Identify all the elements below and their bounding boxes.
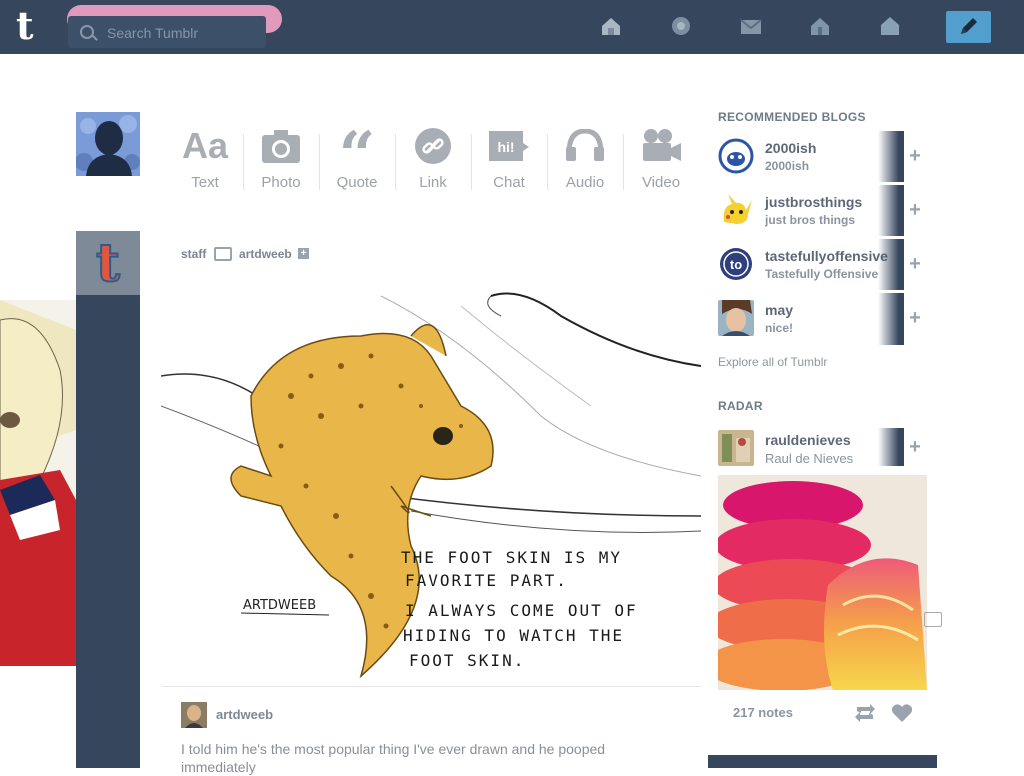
- blog-avatar: [718, 192, 754, 228]
- follow-fade: [878, 239, 904, 291]
- follow-fade: [878, 428, 904, 466]
- link-icon: [396, 124, 470, 168]
- reblog-icon[interactable]: [854, 703, 876, 728]
- divider: [718, 182, 928, 183]
- blog-tagline: Raul de Nieves: [765, 451, 854, 466]
- follow-plus-icon[interactable]: +: [904, 145, 926, 167]
- artwork-text-line: I ALWAYS COME OUT OF: [405, 601, 638, 620]
- radar-title: RADAR: [718, 399, 763, 413]
- post-type-label: Chat: [493, 174, 525, 191]
- compose-button[interactable]: [946, 11, 991, 43]
- post-caption: I told him he's the most popular thing I…: [181, 741, 606, 775]
- follow-fade: [878, 293, 904, 345]
- divider: [718, 290, 928, 291]
- artwork-signature: ARTDWEEB: [243, 598, 316, 613]
- background-artwork: [0, 300, 76, 666]
- quote-icon: “: [338, 118, 376, 193]
- follow-plus-icon[interactable]: +: [904, 253, 926, 275]
- blog-name: 2000ish: [765, 140, 817, 156]
- search-input[interactable]: [105, 23, 259, 43]
- artwork-text-line: HIDING TO WATCH THE: [403, 626, 624, 645]
- recommended-blog-item[interactable]: 2000ish 2000ish +: [718, 131, 928, 183]
- reblogger-name[interactable]: staff: [181, 247, 206, 261]
- post-type-label: Text: [191, 174, 219, 191]
- post-type-quote[interactable]: “ Quote: [320, 118, 396, 196]
- source-blog-name[interactable]: artdweeb: [239, 247, 292, 261]
- camera-icon: [244, 124, 318, 168]
- inbox-icon[interactable]: [740, 15, 762, 37]
- follow-plus-icon[interactable]: +: [298, 248, 310, 260]
- follow-fade: [878, 131, 904, 183]
- post-type-label: Video: [641, 174, 681, 191]
- follow-plus-icon[interactable]: +: [904, 199, 926, 221]
- follow-fade: [878, 185, 904, 237]
- blog-name: tastefullyoffensive: [765, 248, 888, 264]
- recommended-blog-item[interactable]: may nice! +: [718, 293, 928, 345]
- dashboard-sidebar: [76, 231, 140, 768]
- post-header: staff artdweeb +: [181, 246, 310, 261]
- svg-text:t: t: [96, 233, 120, 294]
- heart-icon[interactable]: [891, 703, 913, 728]
- artwork-text-line: FOOT SKIN.: [409, 651, 525, 670]
- blog-name: may: [765, 302, 794, 318]
- post-image[interactable]: ARTDWEEB THE FOOT SKIN IS MY FAVORITE PA…: [160, 276, 702, 686]
- blog-avatar: [718, 430, 754, 466]
- post-type-label: Link: [419, 174, 447, 191]
- post-type-audio[interactable]: Audio: [548, 124, 624, 196]
- explore-link[interactable]: Explore all of Tumblr: [718, 355, 827, 369]
- tumblr-logo[interactable]: t: [16, 7, 50, 46]
- post-type-label: Photo: [261, 174, 301, 191]
- author-avatar[interactable]: [181, 702, 207, 728]
- radar-blog-item[interactable]: rauldenieves Raul de Nieves +: [718, 428, 928, 468]
- post-divider: [161, 686, 701, 687]
- artwork-text-line: THE FOOT SKIN IS MY: [401, 548, 622, 567]
- search-icon: [80, 25, 94, 39]
- blog-name: justbrosthings: [765, 194, 863, 210]
- home-icon[interactable]: [600, 15, 622, 37]
- post-type-label: Quote: [336, 174, 378, 191]
- radar-post-image[interactable]: [718, 475, 927, 690]
- headphones-icon: [548, 124, 622, 168]
- post-type-chat[interactable]: hi! Chat: [472, 124, 548, 196]
- post-type-link[interactable]: Link: [396, 124, 472, 196]
- post-type-text[interactable]: Aa Text: [168, 124, 244, 196]
- divider: [718, 236, 928, 237]
- blog-tagline: 2000ish: [765, 159, 810, 173]
- post-type-video[interactable]: Video: [624, 124, 698, 196]
- top-bar: t: [0, 0, 1024, 54]
- blog-tagline: Tastefully Offensive: [765, 267, 879, 281]
- blog-tagline: nice!: [765, 321, 794, 335]
- blog-avatar: [718, 138, 754, 174]
- user-avatar[interactable]: [76, 112, 140, 176]
- reblog-icon: [213, 246, 232, 261]
- recommended-blog-item[interactable]: justbrosthings just bros things +: [718, 185, 928, 237]
- blog-avatar: [718, 300, 754, 336]
- keyboard-icon[interactable]: [924, 612, 942, 627]
- author-name[interactable]: artdweeb: [216, 707, 273, 722]
- post-type-selector: Aa Text Photo “ Quote Link hi! Chat Audi…: [168, 124, 700, 196]
- search-box[interactable]: [68, 16, 266, 48]
- next-post-edge: [708, 755, 937, 768]
- video-camera-icon: [624, 124, 698, 168]
- svg-text:to: to: [730, 257, 742, 272]
- post-type-photo[interactable]: Photo: [244, 124, 320, 196]
- pencil-icon: [961, 18, 977, 34]
- recommended-blog-item[interactable]: to tastefullyoffensive Tastefully Offens…: [718, 239, 928, 291]
- blog-name: rauldenieves: [765, 432, 851, 448]
- svg-text:hi!: hi!: [497, 139, 514, 155]
- explore-icon[interactable]: [670, 15, 692, 37]
- text-icon: Aa: [181, 125, 229, 166]
- chat-icon: hi!: [472, 124, 546, 168]
- staff-avatar[interactable]: t: [76, 231, 140, 295]
- recommended-blogs-title: RECOMMENDED BLOGS: [718, 110, 866, 124]
- account-icon[interactable]: [879, 15, 901, 37]
- notes-count[interactable]: 217 notes: [733, 705, 793, 720]
- blog-tagline: just bros things: [765, 213, 855, 227]
- follow-plus-icon[interactable]: +: [904, 436, 926, 458]
- artwork-text-line: FAVORITE PART.: [405, 571, 568, 590]
- follow-plus-icon[interactable]: +: [904, 307, 926, 329]
- activity-icon[interactable]: [809, 15, 831, 37]
- post-type-label: Audio: [565, 174, 605, 191]
- blog-avatar: to: [718, 246, 754, 282]
